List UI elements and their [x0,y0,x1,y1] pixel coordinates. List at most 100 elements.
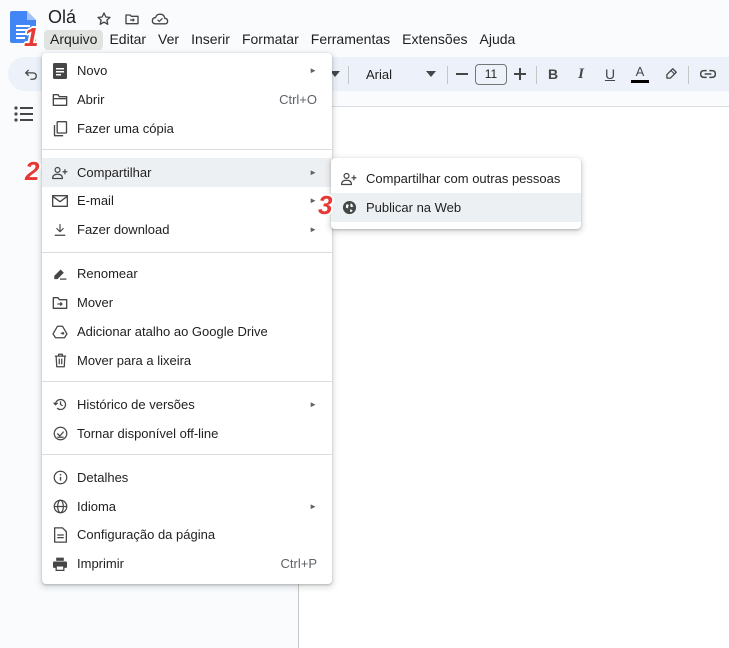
share-submenu: Compartilhar com outras pessoas Publicar … [331,158,581,229]
menu-item-publicar-na-web[interactable]: Publicar na Web [331,193,581,222]
mail-icon [52,193,68,209]
menu-item-novo[interactable]: Novo ► [42,56,332,85]
toolbar-divider [688,66,689,84]
menu-extensoes[interactable]: Extensões [396,30,473,50]
toolbar-divider [348,66,349,84]
menu-item-fazer-uma-copia[interactable]: Fazer uma cópia [42,114,332,143]
menu-item-label: Fazer uma cópia [77,121,174,136]
menu-item-label: Mover [77,295,114,310]
page-setup-icon [52,526,68,543]
person-add-icon [52,165,68,181]
menu-formatar[interactable]: Formatar [236,30,305,50]
person-add-icon [341,171,357,187]
offline-icon [52,426,68,442]
move-folder-icon[interactable] [122,9,142,29]
copy-icon [52,120,68,137]
menu-item-label: Configuração da página [77,527,216,542]
title-actions [94,9,170,29]
menu-item-detalhes[interactable]: Detalhes [42,463,332,492]
bold-button[interactable]: B [544,57,562,91]
submenu-arrow-icon: ► [309,502,317,511]
step-badge-3: 3 [318,190,333,220]
menu-item-abrir[interactable]: Abrir Ctrl+O [42,85,332,114]
menu-item-label: Detalhes [77,470,129,485]
menu-item-label: Adicionar atalho ao Google Drive [77,324,268,339]
menu-item-idioma[interactable]: Idioma ► [42,492,332,521]
font-family-select[interactable]: Arial [354,57,438,91]
star-icon[interactable] [94,9,114,29]
info-icon [52,470,68,486]
underline-button[interactable]: U [601,57,619,91]
menu-divider [42,149,332,150]
menu-item-label: Compartilhar com outras pessoas [366,171,561,186]
history-icon [52,397,68,413]
submenu-arrow-icon: ► [309,66,317,75]
download-icon [52,222,68,238]
menu-divider [42,252,332,253]
doc-title[interactable]: Olá [48,7,76,28]
menu-item-label: Abrir [77,92,105,107]
submenu-arrow-icon: ► [309,196,317,205]
undo-icon[interactable] [20,57,42,91]
menu-item-label: Renomear [77,266,138,281]
menu-item-label: Fazer download [77,222,170,237]
print-icon [52,556,68,572]
menu-item-historico-de-versoes[interactable]: Histórico de versões ► [42,390,332,419]
menu-editar[interactable]: Editar [103,30,152,50]
menu-item-adicionar-atalho-ao-google-drive[interactable]: Adicionar atalho ao Google Drive [42,317,332,346]
menu-item-compartilhar[interactable]: Compartilhar ► [42,158,332,187]
document-outline-icon[interactable] [14,106,36,124]
menu-item-mover-para-a-lixeira[interactable]: Mover para a lixeira [42,346,332,375]
menu-item-label: Compartilhar [77,165,152,180]
highlight-pen-icon[interactable] [662,57,680,91]
menu-item-label: Imprimir [77,556,124,571]
submenu-arrow-icon: ► [309,400,317,409]
globe-icon [341,200,357,216]
menu-item-e-mail[interactable]: E-mail ► [42,186,332,215]
menu-arquivo[interactable]: Arquivo [44,30,104,50]
text-color-button[interactable]: A [630,57,650,91]
rename-icon [52,266,68,282]
shortcut-hint: Ctrl+P [280,556,317,571]
text-color-letter: A [635,63,645,79]
menu-item-label: Novo [77,63,108,78]
link-icon[interactable] [698,57,718,91]
trash-icon [52,353,68,369]
step-badge-1: 1 [24,22,39,52]
menu-item-mover[interactable]: Mover [42,288,332,317]
menu-item-fazer-download[interactable]: Fazer download ► [42,215,332,244]
menu-item-label: E-mail [77,193,114,208]
decrease-font-size-button[interactable] [454,57,470,91]
drive-shortcut-icon [52,324,68,340]
submenu-arrow-icon: ► [309,225,317,234]
menu-item-configuracao-da-pagina[interactable]: Configuração da página [42,520,332,549]
menu-ferramentas[interactable]: Ferramentas [305,30,396,50]
menu-item-label: Mover para a lixeira [77,353,192,368]
toolbar-divider [447,66,448,84]
menu-item-renomear[interactable]: Renomear [42,259,332,288]
menu-ver[interactable]: Ver [152,30,185,50]
italic-button[interactable]: I [572,57,590,91]
move-folder-icon [52,295,68,311]
file-menu: Novo ► Abrir Ctrl+O Fazer uma cópia Compartil… [42,53,332,584]
menu-item-label: Publicar na Web [366,200,462,215]
menu-item-compartilhar-com-outras-pessoas[interactable]: Compartilhar com outras pessoas [331,164,581,193]
header: Olá Arquivo Editar Ver Inserir Formatar Ferra… [0,0,729,54]
submenu-arrow-icon: ► [309,168,317,177]
folder-icon [52,92,68,108]
menu-inserir[interactable]: Inserir [185,30,236,50]
shortcut-hint: Ctrl+O [279,92,317,107]
menu-divider [42,454,332,455]
globe-icon [52,499,68,515]
increase-font-size-button[interactable] [512,57,528,91]
font-family-value: Arial [366,66,393,82]
font-size-input[interactable]: 11 [475,64,507,85]
menu-ajuda[interactable]: Ajuda [474,30,522,50]
menu-item-imprimir[interactable]: Imprimir Ctrl+P [42,549,332,578]
new-doc-icon [52,62,68,79]
cloud-saved-icon[interactable] [150,9,170,29]
menu-item-label: Idioma [77,499,117,514]
menu-item-tornar-disponivel-off-line[interactable]: Tornar disponível off-line [42,419,332,448]
menu-item-label: Histórico de versões [77,397,195,412]
toolbar-divider [536,66,537,84]
